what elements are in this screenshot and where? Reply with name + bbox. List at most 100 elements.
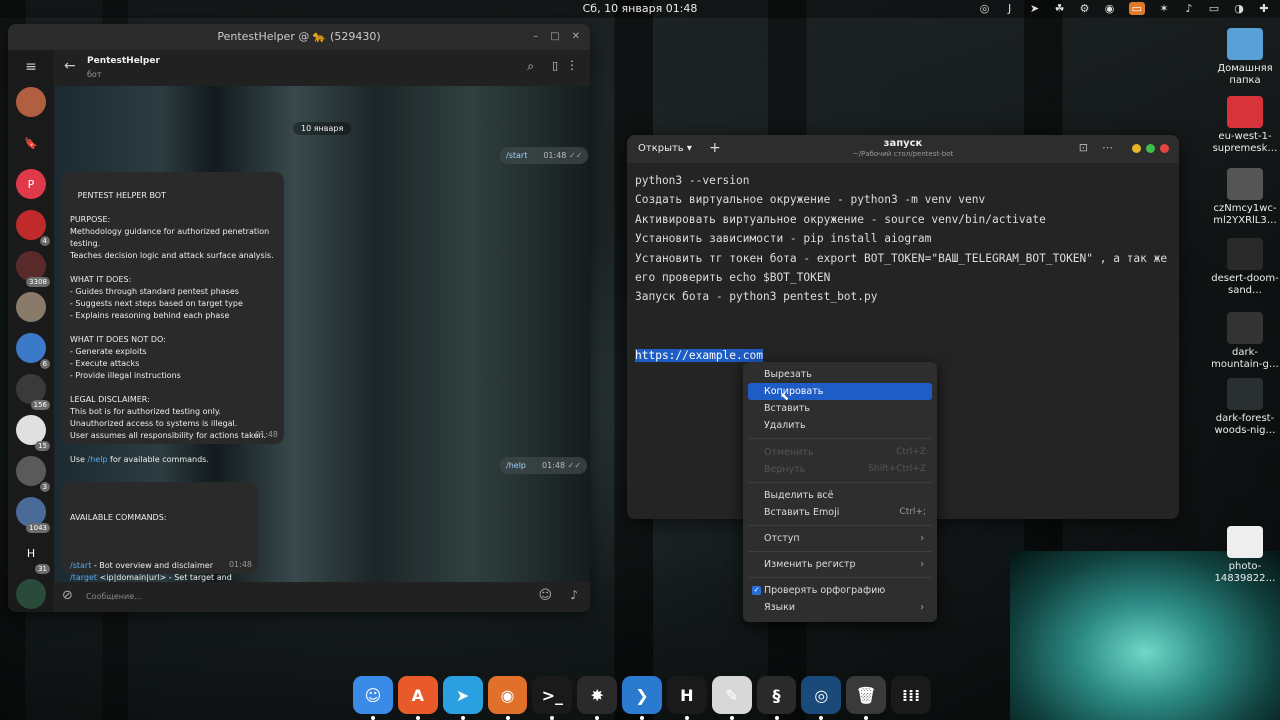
bot-message-intro[interactable]: PENTEST HELPER BOT PURPOSE: Methodology … — [62, 172, 284, 464]
unread-badge: 1043 — [26, 523, 50, 533]
maximize-icon[interactable] — [1146, 144, 1155, 153]
microphone-icon[interactable]: ♪ — [570, 588, 578, 602]
desktop-icon[interactable]: Домашняя папка — [1210, 28, 1280, 87]
menu-item-spellcheck[interactable]: ✓ Проверять орфографию — [748, 582, 932, 599]
tray-icon[interactable]: ◉ — [1104, 2, 1116, 15]
tray-icon[interactable]: ▭ — [1128, 2, 1145, 15]
menu-item-languages[interactable]: Языки › — [748, 599, 932, 616]
menu-item-cut[interactable]: Вырезать — [748, 366, 932, 383]
editor-text-area[interactable]: python3 --version Создать виртуальное окр… — [635, 171, 1171, 365]
command-link[interactable]: /start — [70, 561, 91, 570]
save-icon[interactable]: ⊡ — [1079, 141, 1088, 154]
chat-avatar[interactable]: 15 — [16, 415, 50, 451]
chevron-right-icon: › — [920, 533, 924, 544]
window-titlebar[interactable]: PentestHelper @ 🐆 (529430) – □ ✕ — [8, 24, 590, 50]
desktop-icon[interactable]: desert-doom-sand… — [1210, 238, 1280, 297]
text-editor-icon[interactable]: ✎ — [711, 676, 752, 720]
chat-avatar[interactable]: 156 — [16, 374, 50, 410]
tray-icon[interactable]: ☘ — [1054, 2, 1066, 15]
editor-line: Установить тг токен бота - export BOT_TO… — [635, 249, 1171, 268]
firefox-icon[interactable]: ◉ — [487, 676, 528, 720]
menu-item-insert-emoji[interactable]: Вставить Emoji Ctrl+; — [748, 504, 932, 521]
menu-item-delete[interactable]: Удалить — [748, 417, 932, 434]
open-button[interactable]: Открыть ▾ — [638, 143, 692, 154]
bot-message-commands[interactable]: AVAILABLE COMMANDS: /start - Bot overvie… — [62, 482, 258, 612]
mouse-cursor-icon: ⬉ — [780, 390, 790, 403]
inkscape-icon[interactable]: § — [756, 676, 797, 720]
chat-avatar[interactable]: 🔖 — [16, 128, 46, 158]
sidebar-toggle-icon[interactable]: ▯ — [552, 59, 558, 72]
menu-item-indent[interactable]: Отступ › — [748, 530, 932, 547]
more-icon[interactable]: ⋮ — [566, 58, 578, 72]
message-input[interactable]: Сообщение… — [86, 592, 486, 601]
chat-header: ← PentestHelper бот ⌕ ▯ ⋮ — [54, 50, 590, 86]
tray-icon[interactable]: ✶ — [1158, 2, 1170, 15]
trash-icon[interactable]: 🗑 — [846, 676, 887, 720]
sun-app-icon[interactable]: ✸ — [577, 676, 618, 720]
chat-avatar[interactable]: P — [16, 169, 46, 199]
new-tab-icon[interactable]: + — [709, 140, 721, 156]
command-row: /start - Bot overview and disclaimer — [70, 560, 250, 572]
chat-avatar[interactable]: 3 — [16, 456, 50, 492]
file-thumbnail-icon — [1227, 96, 1263, 128]
emoji-icon[interactable]: ☺ — [538, 588, 552, 603]
h-app-icon[interactable]: H — [666, 676, 707, 720]
steam-icon[interactable]: ◎ — [801, 676, 842, 720]
close-icon[interactable]: ✕ — [572, 24, 580, 50]
chat-name[interactable]: PentestHelper — [87, 56, 160, 66]
chat-avatar[interactable] — [16, 579, 46, 609]
chat-avatar[interactable]: 1043 — [16, 497, 50, 533]
search-icon[interactable]: ⌕ — [527, 59, 534, 74]
chat-avatar[interactable] — [16, 292, 46, 322]
chat-avatar[interactable]: 3308 — [16, 251, 50, 287]
tray-icon[interactable]: ✚ — [1258, 2, 1270, 15]
attach-icon[interactable]: ⊘ — [62, 588, 73, 603]
desktop-icon[interactable]: czNmcy1wc-ml2YXRlL3… — [1210, 168, 1280, 227]
line-text: его проверить echo $BOT_TOKEN — [635, 270, 831, 284]
tray-icon[interactable]: ◑ — [1233, 2, 1245, 15]
vscode-icon[interactable]: ❯ — [622, 676, 662, 720]
close-icon[interactable] — [1160, 144, 1169, 153]
telegram-icon[interactable]: ➤ — [442, 676, 483, 720]
menu-icon[interactable]: ≡ — [8, 50, 54, 84]
tray-icon[interactable]: ◎ — [979, 2, 991, 15]
running-indicator — [729, 716, 734, 720]
dock-glyph: ❯ — [635, 685, 649, 705]
desktop-icon[interactable]: dark-forest-woods-nig… — [1210, 378, 1280, 437]
context-menu: Вырезать Копировать Вставить Удалить Отм… — [743, 362, 937, 622]
chat-avatar[interactable] — [16, 87, 46, 117]
maximize-icon[interactable]: □ — [550, 24, 559, 50]
desktop-icon[interactable]: dark-mountain-g… — [1210, 312, 1280, 371]
chat-avatar[interactable]: 6 — [16, 333, 50, 369]
more-menu-icon[interactable]: ⋯ — [1102, 141, 1113, 154]
editor-line: Запуск бота - python3 pentest_bot.py — [635, 287, 1171, 306]
menu-item-change-case[interactable]: Изменить регистр › — [748, 556, 932, 573]
tray-icon[interactable]: ▭ — [1208, 2, 1220, 15]
dock-glyph: § — [772, 685, 781, 705]
menu-item-select-all[interactable]: Выделить всё — [748, 487, 932, 504]
chat-avatar[interactable]: H 31 — [16, 538, 50, 574]
minimize-icon[interactable]: – — [533, 24, 538, 50]
tray-icon[interactable]: ➤ — [1029, 2, 1041, 15]
minimize-icon[interactable] — [1132, 144, 1141, 153]
clock[interactable]: Сб, 10 января 01:48 — [560, 2, 720, 15]
finder-icon[interactable]: ☺ — [353, 676, 393, 720]
desktop-icon[interactable]: photo-14839822… — [1210, 526, 1280, 585]
back-arrow-icon[interactable]: ← — [64, 58, 76, 74]
tray-icon[interactable]: J — [1004, 2, 1016, 15]
command-link[interactable]: /target — [70, 573, 97, 582]
outgoing-message[interactable]: /start 01:48 ✓✓ — [500, 147, 589, 164]
chat-avatar[interactable]: 4 — [16, 210, 50, 246]
appstore-icon[interactable]: A — [397, 676, 438, 720]
outgoing-message[interactable]: /help 01:48 ✓✓ — [500, 457, 588, 474]
menu-item-paste[interactable]: Вставить — [748, 400, 932, 417]
menu-item-copy[interactable]: Копировать — [748, 383, 932, 400]
terminal-icon[interactable]: >_ — [532, 676, 573, 720]
desktop-icon[interactable]: eu-west-1-supremesk… — [1210, 96, 1280, 155]
tray-icon[interactable]: ⚙ — [1079, 2, 1091, 15]
menu-label: Отступ — [764, 533, 800, 544]
checkbox-checked-icon[interactable]: ✓ — [752, 586, 761, 595]
help-command-link[interactable]: /help — [88, 455, 108, 464]
tray-icon[interactable]: ♪ — [1183, 2, 1195, 15]
apps-grid-icon[interactable]: ⁞⁞⁞ — [891, 676, 931, 714]
